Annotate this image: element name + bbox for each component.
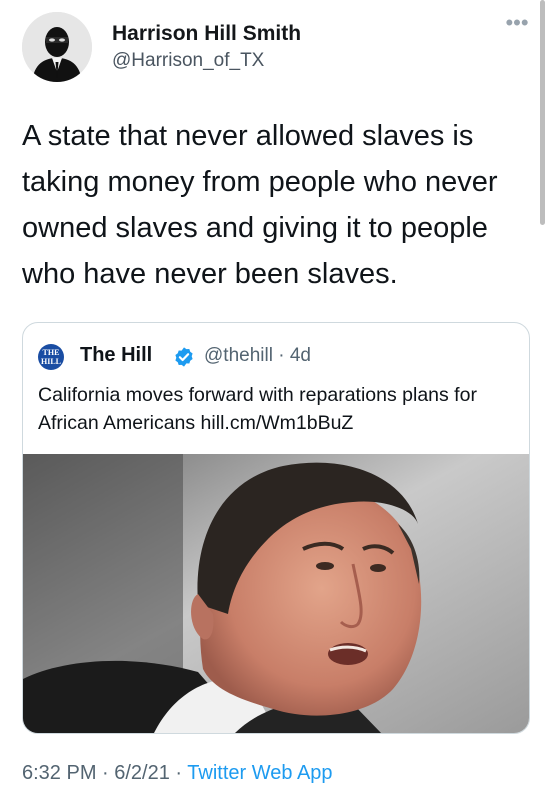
user-handle[interactable]: @Harrison_of_TX (112, 50, 264, 72)
quoted-tweet-image[interactable] (23, 454, 529, 733)
quoted-handle-time[interactable]: @thehill · 4d (204, 345, 311, 367)
verified-badge-icon (175, 347, 193, 367)
masked-man-silhouette-icon (22, 12, 92, 82)
tweet-text: A state that never allowed slaves is tak… (22, 120, 498, 290)
the-hill-logo[interactable]: THE HILL (38, 344, 64, 370)
avatar[interactable] (22, 12, 92, 82)
quoted-tweet-text: California moves forward with reparation… (38, 384, 477, 434)
time-date[interactable]: 6:32 PM · 6/2/21 · (22, 762, 187, 784)
scrollbar[interactable] (540, 0, 545, 225)
tweet-timestamp: 6:32 PM · 6/2/21 · Twitter Web App (22, 762, 333, 785)
quoted-tweet-card[interactable]: THE HILL The Hill @thehill · 4d Californi… (22, 322, 530, 734)
tweet-header: Harrison Hill Smith @Harrison_of_TX ••• (22, 12, 532, 82)
quoted-tweet-header: THE HILL The Hill @thehill · 4d (38, 343, 518, 373)
news-photo-man-speaking (23, 454, 529, 733)
more-dots-icon[interactable]: ••• (502, 12, 532, 38)
display-name[interactable]: Harrison Hill Smith (112, 22, 301, 46)
source-link[interactable]: Twitter Web App (187, 762, 332, 784)
quoted-author-name[interactable]: The Hill (80, 344, 152, 367)
